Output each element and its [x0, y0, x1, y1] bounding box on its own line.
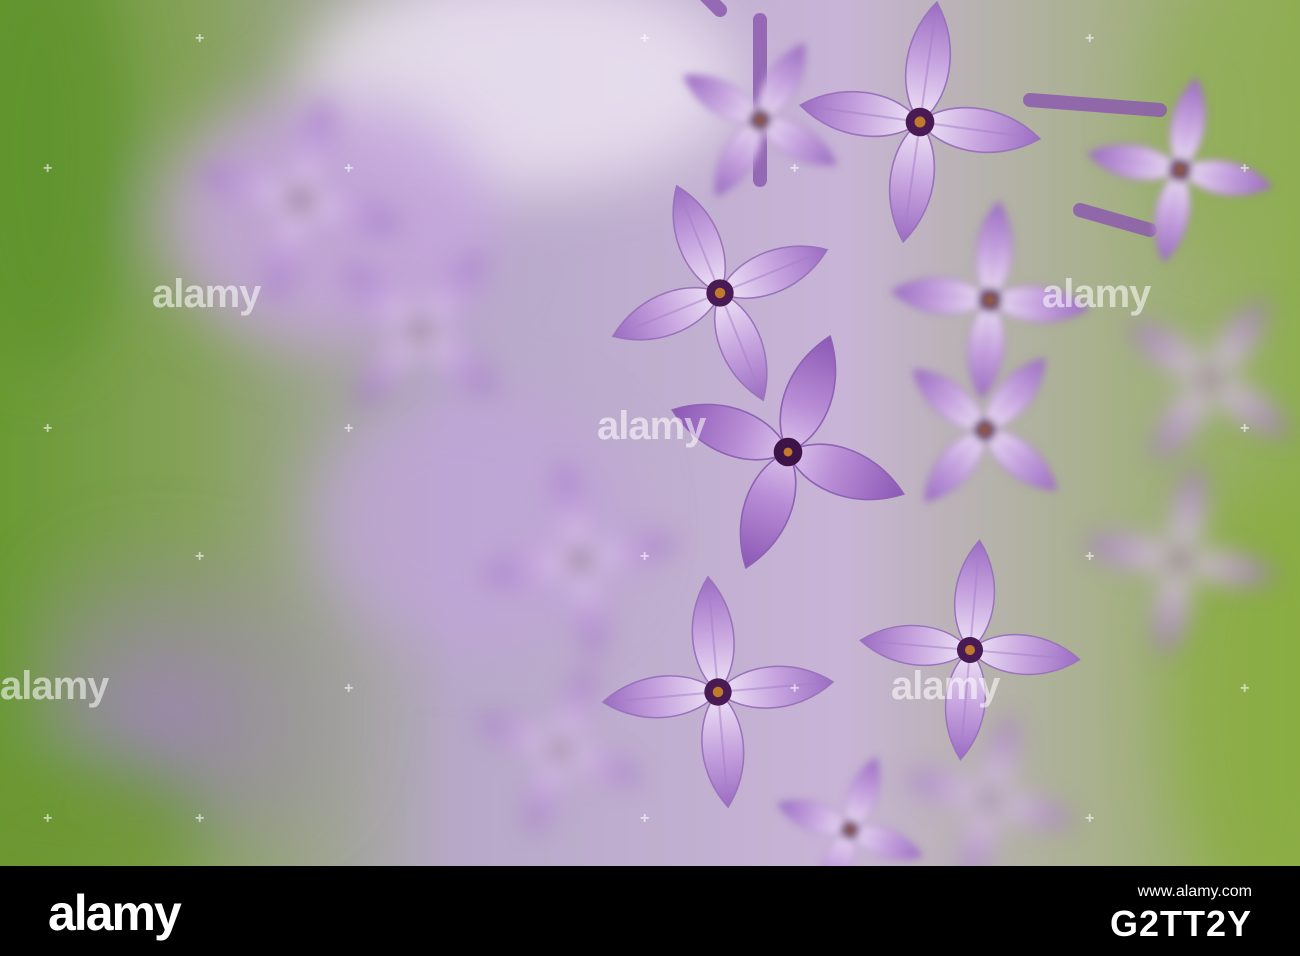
plus-mark-icon: + [1085, 30, 1095, 47]
plus-mark-icon: + [43, 160, 53, 177]
footer-info: www.alamy.com G2TT2Y [1110, 880, 1252, 944]
watermark-text: alamy [891, 664, 1000, 708]
plus-mark-icon: + [1085, 810, 1095, 827]
plus-mark-icon: + [790, 680, 800, 697]
plus-mark-icon: + [1240, 420, 1250, 437]
stock-photo-page: alamy alamy alamy alamy alamy + + + + + … [0, 0, 1300, 956]
alamy-logo: alamy [48, 885, 182, 941]
plus-mark-icon: + [1085, 548, 1095, 565]
plus-mark-icon: + [43, 810, 53, 827]
plus-mark-icon: + [195, 810, 205, 827]
plus-mark-icon: + [43, 420, 53, 437]
footer-band: alamy www.alamy.com G2TT2Y [0, 866, 1300, 956]
watermark-text: alamy [152, 272, 261, 316]
plus-mark-icon: + [640, 30, 650, 47]
plus-mark-icon: + [790, 160, 800, 177]
plus-mark-icon: + [640, 810, 650, 827]
site-url: www.alamy.com [1137, 883, 1252, 900]
plus-mark-icon: + [640, 548, 650, 565]
plus-mark-icon: + [344, 160, 354, 177]
plus-mark-icon: + [1240, 680, 1250, 697]
plus-mark-icon: + [195, 548, 205, 565]
plus-mark-icon: + [1240, 160, 1250, 177]
lilac-photo: alamy alamy alamy alamy alamy + + + + + … [0, 0, 1300, 866]
plus-mark-icon: + [344, 680, 354, 697]
plus-mark-icon: + [344, 420, 354, 437]
watermark-text: alamy [597, 404, 706, 448]
watermark-text: alamy [1042, 272, 1151, 316]
plus-mark-icon: + [195, 30, 205, 47]
image-id: G2TT2Y [1109, 903, 1252, 944]
watermark-text: alamy [0, 664, 109, 708]
